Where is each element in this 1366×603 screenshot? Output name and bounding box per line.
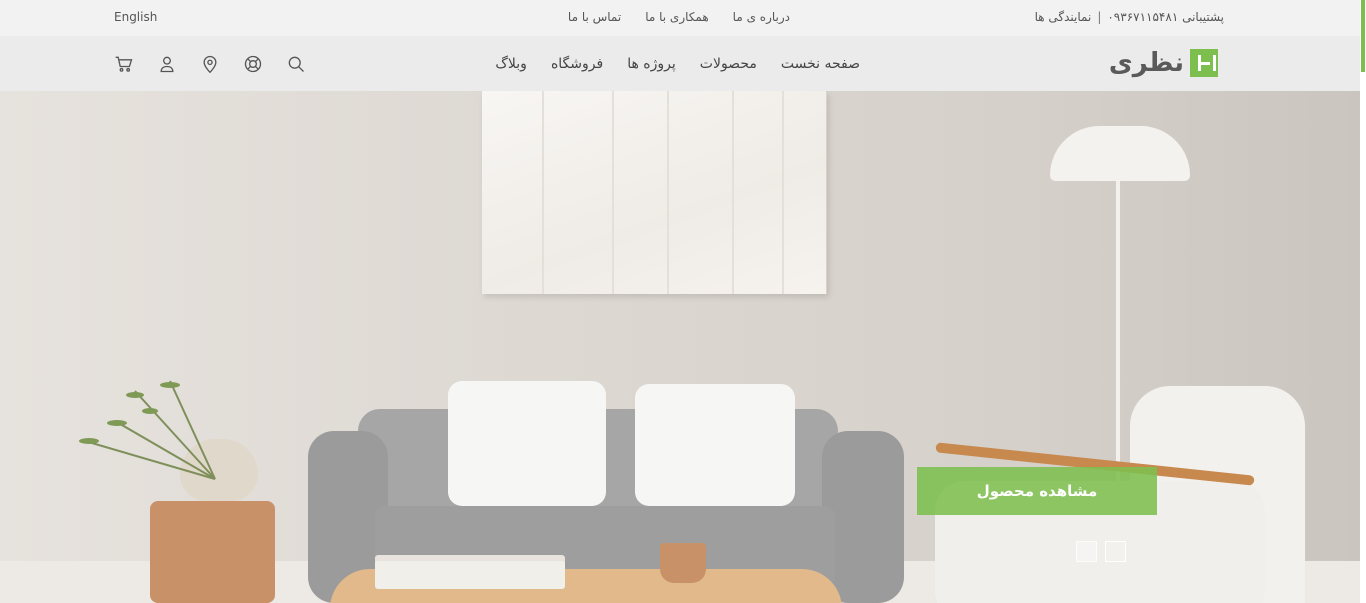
hero-pillow-left [448, 381, 606, 506]
slider-pagination [1076, 541, 1126, 562]
user-icon[interactable] [157, 36, 200, 91]
main-nav: صفحه نخست محصولات پروژه ها فروشگاه وبلاگ [495, 36, 860, 91]
hero-slider: مشاهده محصول [0, 91, 1360, 603]
site-logo[interactable]: نظری [1109, 48, 1218, 78]
nav-item-home[interactable]: صفحه نخست [781, 56, 860, 72]
search-icon[interactable] [286, 36, 329, 91]
nav-item-products[interactable]: محصولات [700, 56, 757, 72]
hero-lamp-shade [1050, 126, 1190, 181]
nav-item-projects[interactable]: پروژه ها [627, 56, 676, 72]
top-bar: English درباره ی ما همکاری با ما تماس با… [0, 0, 1366, 36]
nav-item-shop[interactable]: فروشگاه [551, 56, 603, 72]
main-header: صفحه نخست محصولات پروژه ها فروشگاه وبلاگ… [0, 36, 1360, 91]
contact-link[interactable]: تماس با ما [568, 10, 621, 24]
support-phone[interactable]: پشتیبانی ۰۹۳۶۷۱۱۵۴۸۱ [1107, 10, 1224, 24]
about-link[interactable]: درباره ی ما [733, 10, 790, 24]
separator: | [1097, 10, 1102, 24]
nav-item-blog[interactable]: وبلاگ [495, 56, 527, 72]
scrollbar-track[interactable] [1360, 0, 1366, 603]
hero-books [375, 561, 565, 589]
logo-text: نظری [1108, 48, 1184, 78]
slider-dot-2[interactable] [1105, 541, 1126, 562]
dealers-link[interactable]: نمایندگی ها [1035, 10, 1092, 24]
location-icon[interactable] [200, 36, 243, 91]
page: English درباره ی ما همکاری با ما تماس با… [0, 0, 1366, 603]
top-links: درباره ی ما همکاری با ما تماس با ما [565, 10, 790, 24]
hero-pillow-right [635, 384, 795, 506]
hero-cup [660, 543, 706, 583]
cart-icon[interactable] [114, 36, 157, 91]
hero-plant [79, 380, 216, 480]
view-product-button[interactable]: مشاهده محصول [917, 467, 1157, 515]
language-switch-link[interactable]: English [114, 10, 157, 24]
support-info: پشتیبانی ۰۹۳۶۷۱۱۵۴۸۱ | نمایندگی ها [1035, 10, 1224, 24]
scroll-progress-indicator [1361, 0, 1365, 72]
partnership-link[interactable]: همکاری با ما [645, 10, 708, 24]
hero-side-table [150, 501, 275, 603]
hero-wall-painting [482, 91, 827, 294]
slider-dot-1[interactable] [1076, 541, 1097, 562]
logo-mark-icon [1190, 49, 1218, 77]
header-icons [114, 36, 329, 91]
support-icon[interactable] [243, 36, 286, 91]
